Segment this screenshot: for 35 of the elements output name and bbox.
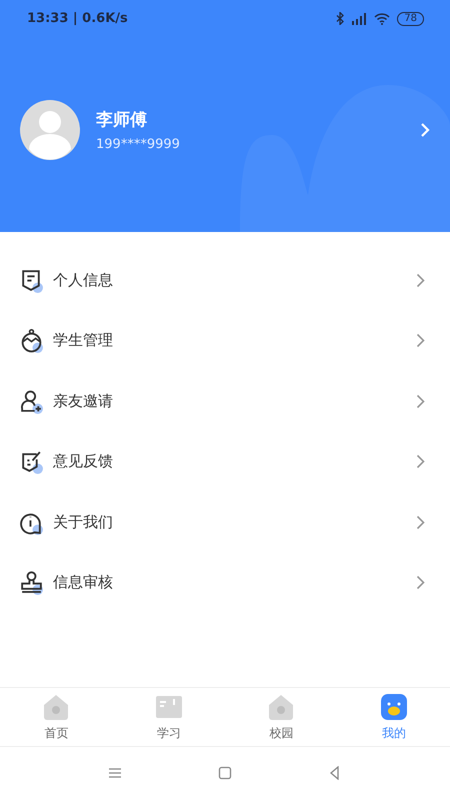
menu-icon[interactable] (108, 766, 122, 780)
chevron-right-icon (416, 575, 425, 590)
battery-level: 78 (397, 12, 424, 26)
stamp-icon (19, 570, 44, 596)
chevron-right-icon (416, 454, 425, 470)
menu-item[interactable]: 亲友邀请 (0, 371, 450, 432)
tab[interactable]: 我的 (338, 688, 450, 746)
chevron-right-icon[interactable] (420, 122, 430, 138)
chevron-right-icon (416, 394, 425, 409)
signal-icon (351, 12, 368, 24)
phone-number: 199****9999 (96, 137, 180, 152)
chevron-right-icon (416, 514, 425, 530)
feedback-icon (19, 449, 44, 474)
user-name: 李师傅 (96, 109, 147, 131)
bag-icon (19, 328, 44, 354)
document-icon (19, 268, 44, 293)
menu-item[interactable]: 学生管理 (0, 310, 450, 371)
status-time: 13:33 | 0.6K/s (27, 11, 128, 26)
menu-item[interactable]: 关于我们 (0, 492, 450, 552)
person-add-icon (19, 388, 44, 414)
menu-item[interactable]: 意见反馈 (0, 432, 450, 492)
house-icon (42, 692, 70, 720)
avatar[interactable] (20, 100, 80, 160)
home-square-icon[interactable] (218, 766, 232, 780)
bluetooth-icon (336, 12, 344, 25)
tab[interactable]: 首页 (0, 688, 112, 746)
house-icon (267, 692, 296, 720)
bird-face-icon (380, 692, 408, 720)
menu-item[interactable]: 信息审核 (0, 552, 450, 613)
wifi-icon (374, 12, 390, 24)
tab[interactable]: 校园 (225, 688, 338, 746)
chevron-right-icon (416, 333, 425, 348)
menu-item[interactable]: 个人信息 (0, 250, 450, 310)
tab[interactable]: 学习 (112, 688, 225, 746)
chevron-right-icon (416, 272, 425, 288)
